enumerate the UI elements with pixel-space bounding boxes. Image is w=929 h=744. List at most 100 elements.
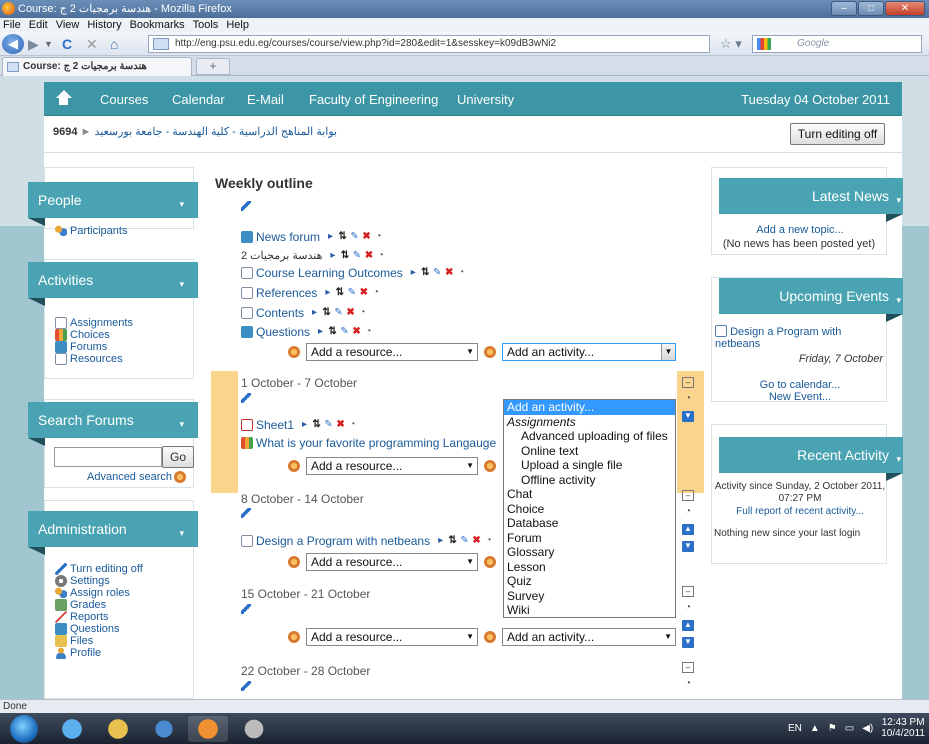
stop-icon[interactable]: ✕ (86, 36, 98, 52)
firefox-taskbar-icon[interactable] (188, 716, 228, 742)
groups-icon[interactable]: ◔ (374, 230, 383, 244)
add-resource-select[interactable]: Add a resource... ▼ (306, 457, 478, 475)
upcoming-events-header[interactable]: Upcoming Events ▾ (719, 278, 903, 322)
menu-edit[interactable]: Edit (29, 18, 48, 32)
option-choice[interactable]: Choice (504, 502, 675, 517)
groups-icon[interactable]: ◔ (364, 325, 373, 339)
activity-link-resources[interactable]: Resources (55, 353, 123, 365)
delete-icon[interactable]: ✖ (352, 325, 361, 339)
block-toggle-icon[interactable]: ▾ (179, 186, 184, 222)
edit-icon[interactable]: ✎ (334, 306, 343, 320)
full-report-link[interactable]: Full report of recent activity... (712, 506, 888, 517)
indent-icon[interactable]: ▸ (326, 230, 335, 244)
edit-icon[interactable]: ✎ (340, 325, 349, 339)
advanced-search-link[interactable]: Advanced search (87, 471, 186, 483)
people-block-header[interactable]: People ▾ (28, 182, 198, 226)
indent-icon[interactable]: ▸ (328, 249, 337, 263)
admin-assign-roles[interactable]: Assign roles (55, 587, 130, 599)
browser-tab[interactable]: Course: هندسة برمجيات 2 ج (2, 57, 192, 76)
move-icon[interactable]: ⇅ (328, 325, 337, 339)
back-button[interactable]: ◀ (2, 34, 24, 54)
search-forums-input[interactable] (54, 447, 162, 467)
hide-icon[interactable]: ◔ (358, 306, 367, 320)
maximize-button[interactable]: □ (858, 1, 884, 16)
hide-icon[interactable]: ◔ (348, 418, 357, 432)
hide-week-icon[interactable]: ◔ (682, 507, 694, 518)
volume-icon[interactable]: ◀) (862, 723, 873, 734)
edit-icon[interactable]: ✎ (460, 534, 469, 548)
help-icon[interactable] (288, 346, 300, 358)
help-icon[interactable] (288, 631, 300, 643)
hide-week-icon[interactable]: ◔ (682, 394, 694, 405)
move-icon[interactable]: ⇅ (312, 418, 321, 432)
resource-references[interactable]: References ▸ ⇅ ✎ ✖ ◔ (241, 286, 380, 300)
network-icon[interactable]: ▭ (845, 723, 854, 734)
delete-icon[interactable]: ✖ (346, 306, 355, 320)
latest-news-header[interactable]: Latest News ▾ (719, 178, 903, 222)
option-offline-activity[interactable]: Offline activity (504, 473, 675, 488)
breadcrumb-link[interactable]: بوابة المناهج الدراسية - كلية الهندسة - … (95, 126, 338, 138)
url-bar[interactable]: http://eng.psu.edu.eg/courses/course/vie… (148, 35, 710, 53)
new-tab-button[interactable]: + (196, 58, 230, 75)
indent-icon[interactable]: ▸ (323, 286, 332, 300)
hide-icon[interactable]: ◔ (457, 266, 466, 280)
option-forum[interactable]: Forum (504, 531, 675, 546)
activities-block-header[interactable]: Activities ▾ (28, 262, 198, 306)
edit-icon[interactable]: ✎ (352, 249, 361, 263)
resource-sheet1[interactable]: Sheet1 ▸ ⇅ ✎ ✖ ◔ (241, 418, 357, 432)
edit-icon[interactable]: ✎ (433, 266, 442, 280)
move-up-icon[interactable]: ▲ (682, 620, 694, 631)
move-icon[interactable]: ⇅ (448, 534, 457, 548)
block-toggle-icon[interactable]: ▾ (896, 441, 901, 477)
help-icon[interactable] (288, 460, 300, 472)
activity-link-forums[interactable]: Forums (55, 341, 107, 353)
admin-grades[interactable]: Grades (55, 599, 106, 611)
block-toggle-icon[interactable]: ▾ (179, 515, 184, 551)
move-down-icon[interactable]: ▼ (682, 637, 694, 648)
move-down-icon[interactable]: ▼ (682, 411, 694, 422)
admin-settings[interactable]: Settings (55, 575, 110, 587)
edit-icon[interactable]: ✎ (324, 418, 333, 432)
upcoming-event-link[interactable]: Design a Program with netbeans (715, 325, 885, 350)
help-icon[interactable] (484, 556, 496, 568)
delete-icon[interactable]: ✖ (364, 249, 373, 263)
option-survey[interactable]: Survey (504, 589, 675, 604)
block-toggle-icon[interactable]: ▾ (179, 266, 184, 302)
forward-button[interactable]: ▶ (28, 36, 39, 52)
add-activity-select[interactable]: Add an activity... ▼ (502, 343, 676, 361)
block-toggle-icon[interactable]: ▾ (896, 282, 901, 318)
move-icon[interactable]: ⇅ (335, 286, 344, 300)
hide-icon[interactable]: ◔ (371, 286, 380, 300)
nav-courses[interactable]: Courses (100, 92, 148, 107)
option-online-text[interactable]: Online text (504, 444, 675, 459)
history-dropdown-icon[interactable]: ▼ (44, 36, 53, 52)
paint-icon[interactable] (234, 716, 274, 742)
go-to-calendar-link[interactable]: Go to calendar... (712, 379, 888, 391)
add-resource-select[interactable]: Add a resource... ▼ (306, 553, 478, 571)
menu-bookmarks[interactable]: Bookmarks (130, 18, 185, 32)
search-go-button[interactable]: Go (162, 446, 194, 468)
delete-icon[interactable]: ✖ (472, 534, 481, 548)
admin-turn-editing-off[interactable]: Turn editing off (55, 563, 143, 575)
show-only-week-icon[interactable]: – (682, 377, 694, 388)
breadcrumb-id[interactable]: 9694 (53, 126, 77, 138)
help-icon[interactable] (288, 556, 300, 568)
participants-link[interactable]: Participants (55, 225, 127, 237)
help-icon[interactable] (484, 631, 496, 643)
nav-faculty[interactable]: Faculty of Engineering (309, 92, 438, 107)
indent-icon[interactable]: ▸ (300, 418, 309, 432)
edit-summary-icon[interactable] (241, 393, 251, 403)
move-up-icon[interactable]: ▲ (682, 524, 694, 535)
option-add-activity[interactable]: Add an activity... (504, 400, 675, 415)
edit-summary-icon[interactable] (241, 201, 251, 211)
option-advanced-uploading[interactable]: Advanced uploading of files (504, 429, 675, 444)
search-box[interactable]: Google (752, 35, 922, 53)
help-icon[interactable] (484, 460, 496, 472)
delete-icon[interactable]: ✖ (336, 418, 345, 432)
nav-calendar[interactable]: Calendar (172, 92, 225, 107)
clock[interactable]: 12:43 PM 10/4/2011 (881, 717, 925, 739)
help-icon[interactable] (484, 346, 496, 358)
indent-icon[interactable]: ▸ (310, 306, 319, 320)
hide-week-icon[interactable]: ◔ (682, 679, 694, 690)
option-glossary[interactable]: Glossary (504, 545, 675, 560)
